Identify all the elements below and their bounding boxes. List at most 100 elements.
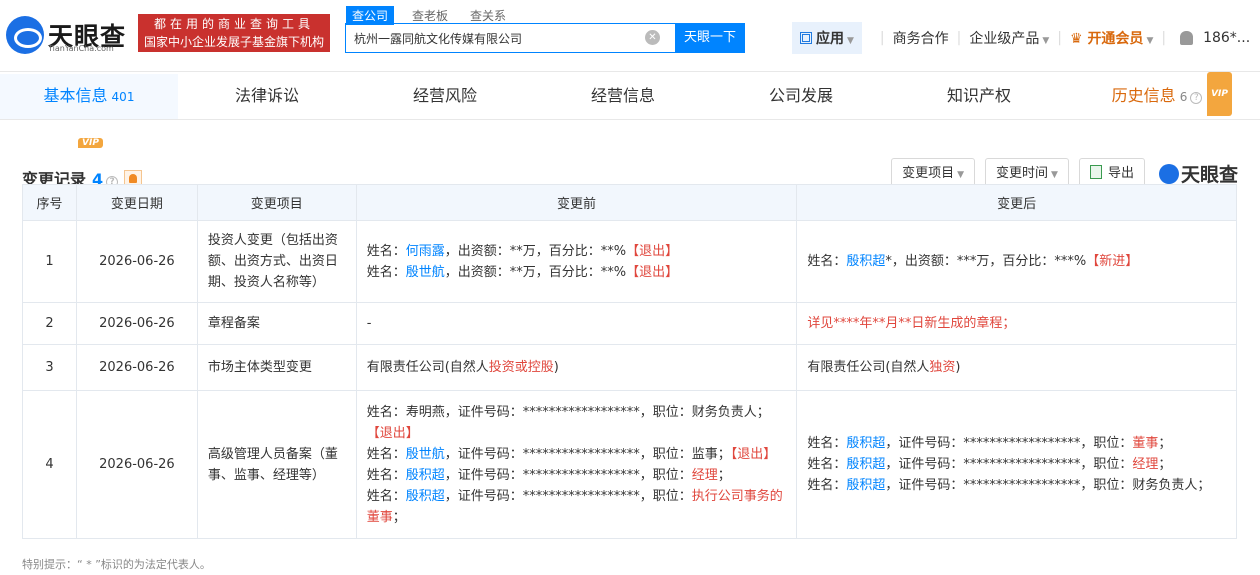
user-account-menu[interactable]: 186*... [1203,30,1250,46]
chevron-down-icon: ▼ [957,170,965,180]
tab-label: 历史信息 [1111,86,1176,105]
divider: | [879,30,885,46]
change-records-table: 序号 变更日期 变更项目 变更前 变更后 1 2026-06-26 投资人变更（… [22,184,1237,539]
vip-badge: VIP [1207,72,1232,116]
person-link[interactable]: 殷积超 [846,457,885,472]
text: *，出资额：***万，百分比：***% [885,254,1087,269]
vip-menu[interactable]: ♛ 开通会员 ▼ [1070,28,1153,48]
notification-bell-icon[interactable] [1180,31,1194,45]
person-link[interactable]: 殷积超 [846,436,885,451]
slogan-line1: 都在用的商业查询工具 [153,17,314,31]
clear-icon[interactable]: ✕ [645,30,660,45]
cell-after: 姓名：殷积超，证件号码：******************，职位：董事； 姓名… [796,390,1237,539]
export-label: 导出 [1107,166,1134,181]
change-line: 姓名：何雨露，出资额：**万，百分比：**%【退出】 [367,241,787,262]
table-row: 1 2026-06-26 投资人变更（包括出资额、出资方式、出资日期、投资人名称… [22,220,1237,303]
cell-no: 2 [22,302,77,345]
search-button[interactable]: 天眼一下 [675,23,745,53]
text: ； [1158,457,1172,472]
tab-legal[interactable]: 法律诉讼 [178,74,356,119]
main-tabs: 基本信息 401 法律诉讼 经营风险 经营信息 公司发展 知识产权 历史信息 6? V… [0,72,1260,120]
person-link[interactable]: 何雨露 [406,244,445,259]
change-line: 姓名：殷积超，证件号码：******************，职位：经理； [807,454,1226,475]
status-tag: 【新进】 [1086,254,1139,269]
business-cooperation-link[interactable]: 商务合作 [893,28,949,48]
text: ) [955,360,961,375]
text: ，证件号码：******************，职位：监事； [444,446,731,462]
text: 姓名： [366,488,406,504]
top-nav: 应用 ▼ | 商务合作 | 企业级产品 ▼ | ♛ 开通会员 ▼ | 186*... [792,22,1250,54]
text: ，证件号码：******************，职位：财务负责人； [885,478,1211,493]
search-tab-relation[interactable]: 查关系 [466,7,510,24]
person-link[interactable]: 殷世航 [406,265,445,280]
person-link[interactable]: 殷世航 [406,447,445,462]
text: 姓名： [366,467,406,483]
brand-text: 天眼查 [1180,164,1238,186]
filter-time-label: 变更时间 [996,166,1049,181]
tab-operations[interactable]: 经营信息 [534,74,712,119]
tab-development[interactable]: 公司发展 [712,74,890,119]
position-text: 经理 [691,467,718,483]
tab-history[interactable]: 历史信息 6? VIP [1068,72,1246,119]
app-menu-button[interactable]: 应用 ▼ [792,22,862,54]
tab-risk[interactable]: 经营风险 [356,74,534,119]
table-row: 2 2026-06-26 章程备案 - 详见****年**月**日新生成的章程； [22,302,1237,345]
cell-date: 2026-06-26 [75,220,198,303]
text: 姓名： [807,254,847,269]
person-link[interactable]: 殷积超 [846,254,885,269]
cell-date: 2026-06-26 [75,344,198,391]
search-input[interactable]: 杭州一露同航文化传媒有限公司 [345,23,675,53]
excel-icon [1089,165,1102,179]
tab-ip[interactable]: 知识产权 [890,74,1068,119]
cell-item: 章程备案 [196,302,357,345]
cell-date: 2026-06-26 [75,302,198,345]
text: 有限责任公司(自然人 [807,360,930,375]
cell-after: 有限责任公司(自然人独资) [796,344,1237,391]
apps-grid-icon [800,32,812,44]
highlight-text: 投资或控股 [488,360,554,375]
person-link[interactable]: 殷积超 [406,489,445,504]
cell-before: - [355,302,798,345]
tab-basic-info[interactable]: 基本信息 401 [0,74,178,119]
col-header-before: 变更前 [355,184,798,221]
change-line: 姓名：殷积超，证件号码：******************，职位：董事； [807,433,1226,454]
person-link[interactable]: 殷积超 [846,478,885,493]
cell-after: 姓名：殷积超*，出资额：***万，百分比：***%【新进】 [796,220,1237,303]
text: ，出资额：**万，百分比：**% [444,264,627,280]
cell-item: 高级管理人员备案（董事、监事、经理等） [196,390,357,539]
person-link[interactable]: 殷积超 [406,468,445,483]
text: ； [1158,436,1172,451]
chevron-down-icon: ▼ [1146,36,1154,46]
tab-label: 法律诉讼 [234,86,299,105]
text: ，出资额：**万，百分比：**% [444,243,627,259]
logo[interactable]: 天眼查 TianYanCha.com [6,14,132,56]
table-header-row: 序号 变更日期 变更项目 变更前 变更后 [22,184,1237,221]
cell-after: 详见****年**月**日新生成的章程； [796,302,1237,345]
cell-before: 姓名：寿明燕，证件号码：******************，职位：财务负责人；… [355,390,798,539]
text: ，证件号码：******************，职位： [444,467,692,483]
status-tag: 【退出】 [626,243,679,259]
cell-before: 姓名：何雨露，出资额：**万，百分比：**%【退出】 姓名：殷世航，出资额：**… [355,220,798,303]
brand-mark: 天眼查 [1158,160,1238,187]
text: 姓名： [366,264,406,280]
text: 姓名： [366,243,406,259]
status-tag: 【退出】 [366,425,419,441]
cell-before: 有限责任公司(自然人投资或控股) [355,344,798,391]
cell-no: 1 [22,220,77,303]
search-tab-boss[interactable]: 查老板 [408,7,452,24]
tab-count: 401 [111,90,135,104]
col-header-no: 序号 [22,184,77,221]
vip-badge: VIP [78,138,103,148]
text: ，证件号码：******************，职位： [885,436,1133,451]
text: ) [553,360,559,375]
cell-date: 2026-06-26 [75,390,198,539]
tab-label: 经营信息 [590,86,655,105]
enterprise-products-menu[interactable]: 企业级产品 ▼ [969,28,1049,48]
help-icon[interactable]: ? [1190,92,1203,104]
chevron-down-icon: ▼ [1042,36,1050,46]
tab-label: 基本信息 [43,86,108,105]
text: ； [717,467,731,483]
text: 姓名：寿明燕，证件号码：******************，职位：财务负责人； [366,404,770,420]
text: 姓名： [807,436,847,451]
col-header-after: 变更后 [796,184,1237,221]
